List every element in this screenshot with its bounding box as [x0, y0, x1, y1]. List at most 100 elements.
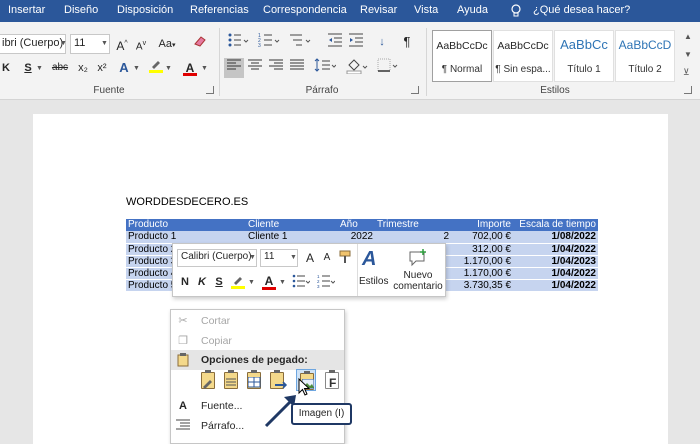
- shrink-font-button[interactable]: Av: [131, 34, 151, 54]
- table-cell[interactable]: 1/04/2022: [513, 279, 598, 292]
- tell-me-search[interactable]: ¿Qué desea hacer?: [533, 4, 630, 16]
- column-header[interactable]: Trimestre: [375, 219, 451, 231]
- tab-correspondencia[interactable]: Correspondencia: [263, 4, 347, 16]
- mini-font-color-button[interactable]: A: [261, 273, 277, 290]
- numbering-button[interactable]: 123: [255, 32, 283, 52]
- chevron-up-icon[interactable]: ▲: [684, 32, 692, 41]
- table-cell[interactable]: 1.170,00 €: [451, 267, 513, 280]
- table-cell[interactable]: 2022: [338, 231, 375, 244]
- style-heading-1[interactable]: AaBbCc Título 1: [554, 30, 614, 82]
- paste-text-icon[interactable]: F: [322, 369, 342, 391]
- menu-item-copy[interactable]: ❐ Copiar: [171, 331, 344, 351]
- multilevel-list-button[interactable]: [286, 32, 314, 52]
- table-cell[interactable]: 1/04/2023: [513, 255, 598, 268]
- comment-label-line1: Nuevo: [403, 270, 433, 281]
- table-cell[interactable]: 1.170,00 €: [451, 255, 513, 268]
- borders-button[interactable]: [375, 58, 401, 78]
- paste-keep-text-only-icon[interactable]: [267, 369, 288, 391]
- highlight-button[interactable]: [146, 58, 166, 78]
- font-color-button[interactable]: A: [180, 58, 200, 78]
- table-cell[interactable]: 2: [375, 231, 451, 244]
- align-center-button[interactable]: [245, 58, 265, 78]
- clear-format-button[interactable]: [190, 34, 210, 54]
- mini-grow-font-button[interactable]: A: [302, 250, 318, 266]
- chevron-down-icon[interactable]: ▼: [279, 279, 286, 286]
- table-cell[interactable]: 1/04/2022: [513, 267, 598, 280]
- column-header[interactable]: Escala de tiempo: [513, 219, 598, 231]
- underline-button[interactable]: S: [18, 58, 38, 78]
- tab-vista[interactable]: Vista: [414, 4, 438, 16]
- mini-format-painter-button[interactable]: [337, 250, 353, 266]
- mini-highlight-button[interactable]: [230, 274, 246, 290]
- align-right-button[interactable]: [266, 58, 286, 78]
- tab-disposicion[interactable]: Disposición: [117, 4, 173, 16]
- paste-merge-formatting-icon[interactable]: [221, 369, 241, 391]
- bold-button[interactable]: K: [0, 58, 16, 78]
- text-effects-button[interactable]: A: [114, 58, 134, 78]
- chevron-down-icon[interactable]: ▼: [201, 65, 208, 72]
- chevron-down-icon[interactable]: ▼: [101, 40, 108, 47]
- show-formatting-button[interactable]: ¶: [397, 32, 417, 52]
- document-title: WORDDESDECERO.ES: [126, 196, 249, 208]
- chevron-down-icon[interactable]: ▼: [60, 40, 67, 47]
- table-cell[interactable]: 312,00 €: [451, 243, 513, 256]
- column-header[interactable]: Importe: [451, 219, 513, 231]
- dialog-launcher-icon[interactable]: [411, 86, 419, 94]
- column-header[interactable]: Cliente: [246, 219, 338, 231]
- chevron-down-icon[interactable]: ▼: [290, 254, 297, 261]
- more-styles-icon[interactable]: ⊻: [683, 67, 690, 78]
- paste-nested-table-icon[interactable]: [244, 369, 264, 391]
- grow-font-button[interactable]: A^: [112, 34, 132, 54]
- table-cell[interactable]: 3.730,35 €: [451, 279, 513, 292]
- tab-revisar[interactable]: Revisar: [360, 4, 397, 16]
- mini-shrink-font-button[interactable]: A: [319, 250, 335, 266]
- increase-indent-button[interactable]: [346, 32, 366, 52]
- mini-bold-button[interactable]: N: [177, 274, 193, 290]
- mini-bullets-button[interactable]: [290, 274, 312, 290]
- chevron-down-icon[interactable]: ▼: [133, 65, 140, 72]
- chevron-down-icon[interactable]: ▼: [248, 279, 255, 286]
- style-normal[interactable]: AaBbCcDc ¶ Normal: [432, 30, 492, 82]
- mini-font-combobox[interactable]: Calibri (Cuerpo): [177, 249, 257, 267]
- table-cell[interactable]: 702,00 €: [451, 231, 513, 244]
- table-cell[interactable]: Producto 1: [126, 231, 246, 244]
- align-left-button[interactable]: [224, 58, 244, 78]
- chevron-down-icon[interactable]: ▼: [36, 65, 43, 72]
- shading-button[interactable]: [344, 58, 370, 78]
- column-header[interactable]: Año: [338, 219, 375, 231]
- menu-item-cut[interactable]: ✂ Cortar: [171, 311, 344, 331]
- table-cell[interactable]: Cliente 1: [246, 231, 338, 244]
- style-heading-2[interactable]: AaBbCcD Título 2: [615, 30, 675, 82]
- styles-scroll[interactable]: ▲ ▼ ⊻: [680, 30, 696, 82]
- strikethrough-button[interactable]: abc: [48, 58, 72, 78]
- column-header[interactable]: Producto: [126, 219, 246, 231]
- chevron-down-icon[interactable]: ▼: [684, 50, 692, 59]
- bullets-button[interactable]: [224, 32, 252, 52]
- chevron-down-icon[interactable]: ▼: [165, 65, 172, 72]
- style-no-spacing[interactable]: AaBbCcDc ¶ Sin espa...: [493, 30, 553, 82]
- decrease-indent-button[interactable]: [325, 32, 345, 52]
- dialog-launcher-icon[interactable]: [684, 86, 692, 94]
- table-cell[interactable]: 1/04/2022: [513, 243, 598, 256]
- mini-numbering-button[interactable]: 123: [315, 274, 337, 290]
- superscript-button[interactable]: x²: [92, 58, 112, 78]
- change-case-button[interactable]: Aa▾: [154, 34, 180, 54]
- tab-diseno[interactable]: Diseño: [64, 4, 98, 16]
- table-cell[interactable]: 1/08/2022: [513, 231, 598, 244]
- tab-insertar[interactable]: Insertar: [8, 4, 45, 16]
- font-name-combobox[interactable]: ibri (Cuerpo): [0, 34, 66, 54]
- mini-styles-button[interactable]: A Estilos: [359, 246, 389, 294]
- mini-underline-button[interactable]: S: [211, 274, 227, 290]
- paste-keep-source-formatting-icon[interactable]: [198, 369, 218, 391]
- subscript-button[interactable]: x₂: [73, 58, 93, 78]
- chevron-down-icon[interactable]: ▼: [249, 254, 256, 261]
- tab-referencias[interactable]: Referencias: [190, 4, 249, 16]
- dialog-launcher-icon[interactable]: [206, 86, 214, 94]
- lightbulb-icon[interactable]: [510, 4, 522, 21]
- mini-italic-button[interactable]: K: [194, 274, 210, 290]
- tab-ayuda[interactable]: Ayuda: [457, 4, 488, 16]
- new-comment-button[interactable]: Nuevo comentario: [392, 246, 444, 294]
- sort-button[interactable]: ↓: [372, 32, 392, 52]
- justify-button[interactable]: [287, 58, 307, 78]
- line-spacing-button[interactable]: [312, 58, 338, 78]
